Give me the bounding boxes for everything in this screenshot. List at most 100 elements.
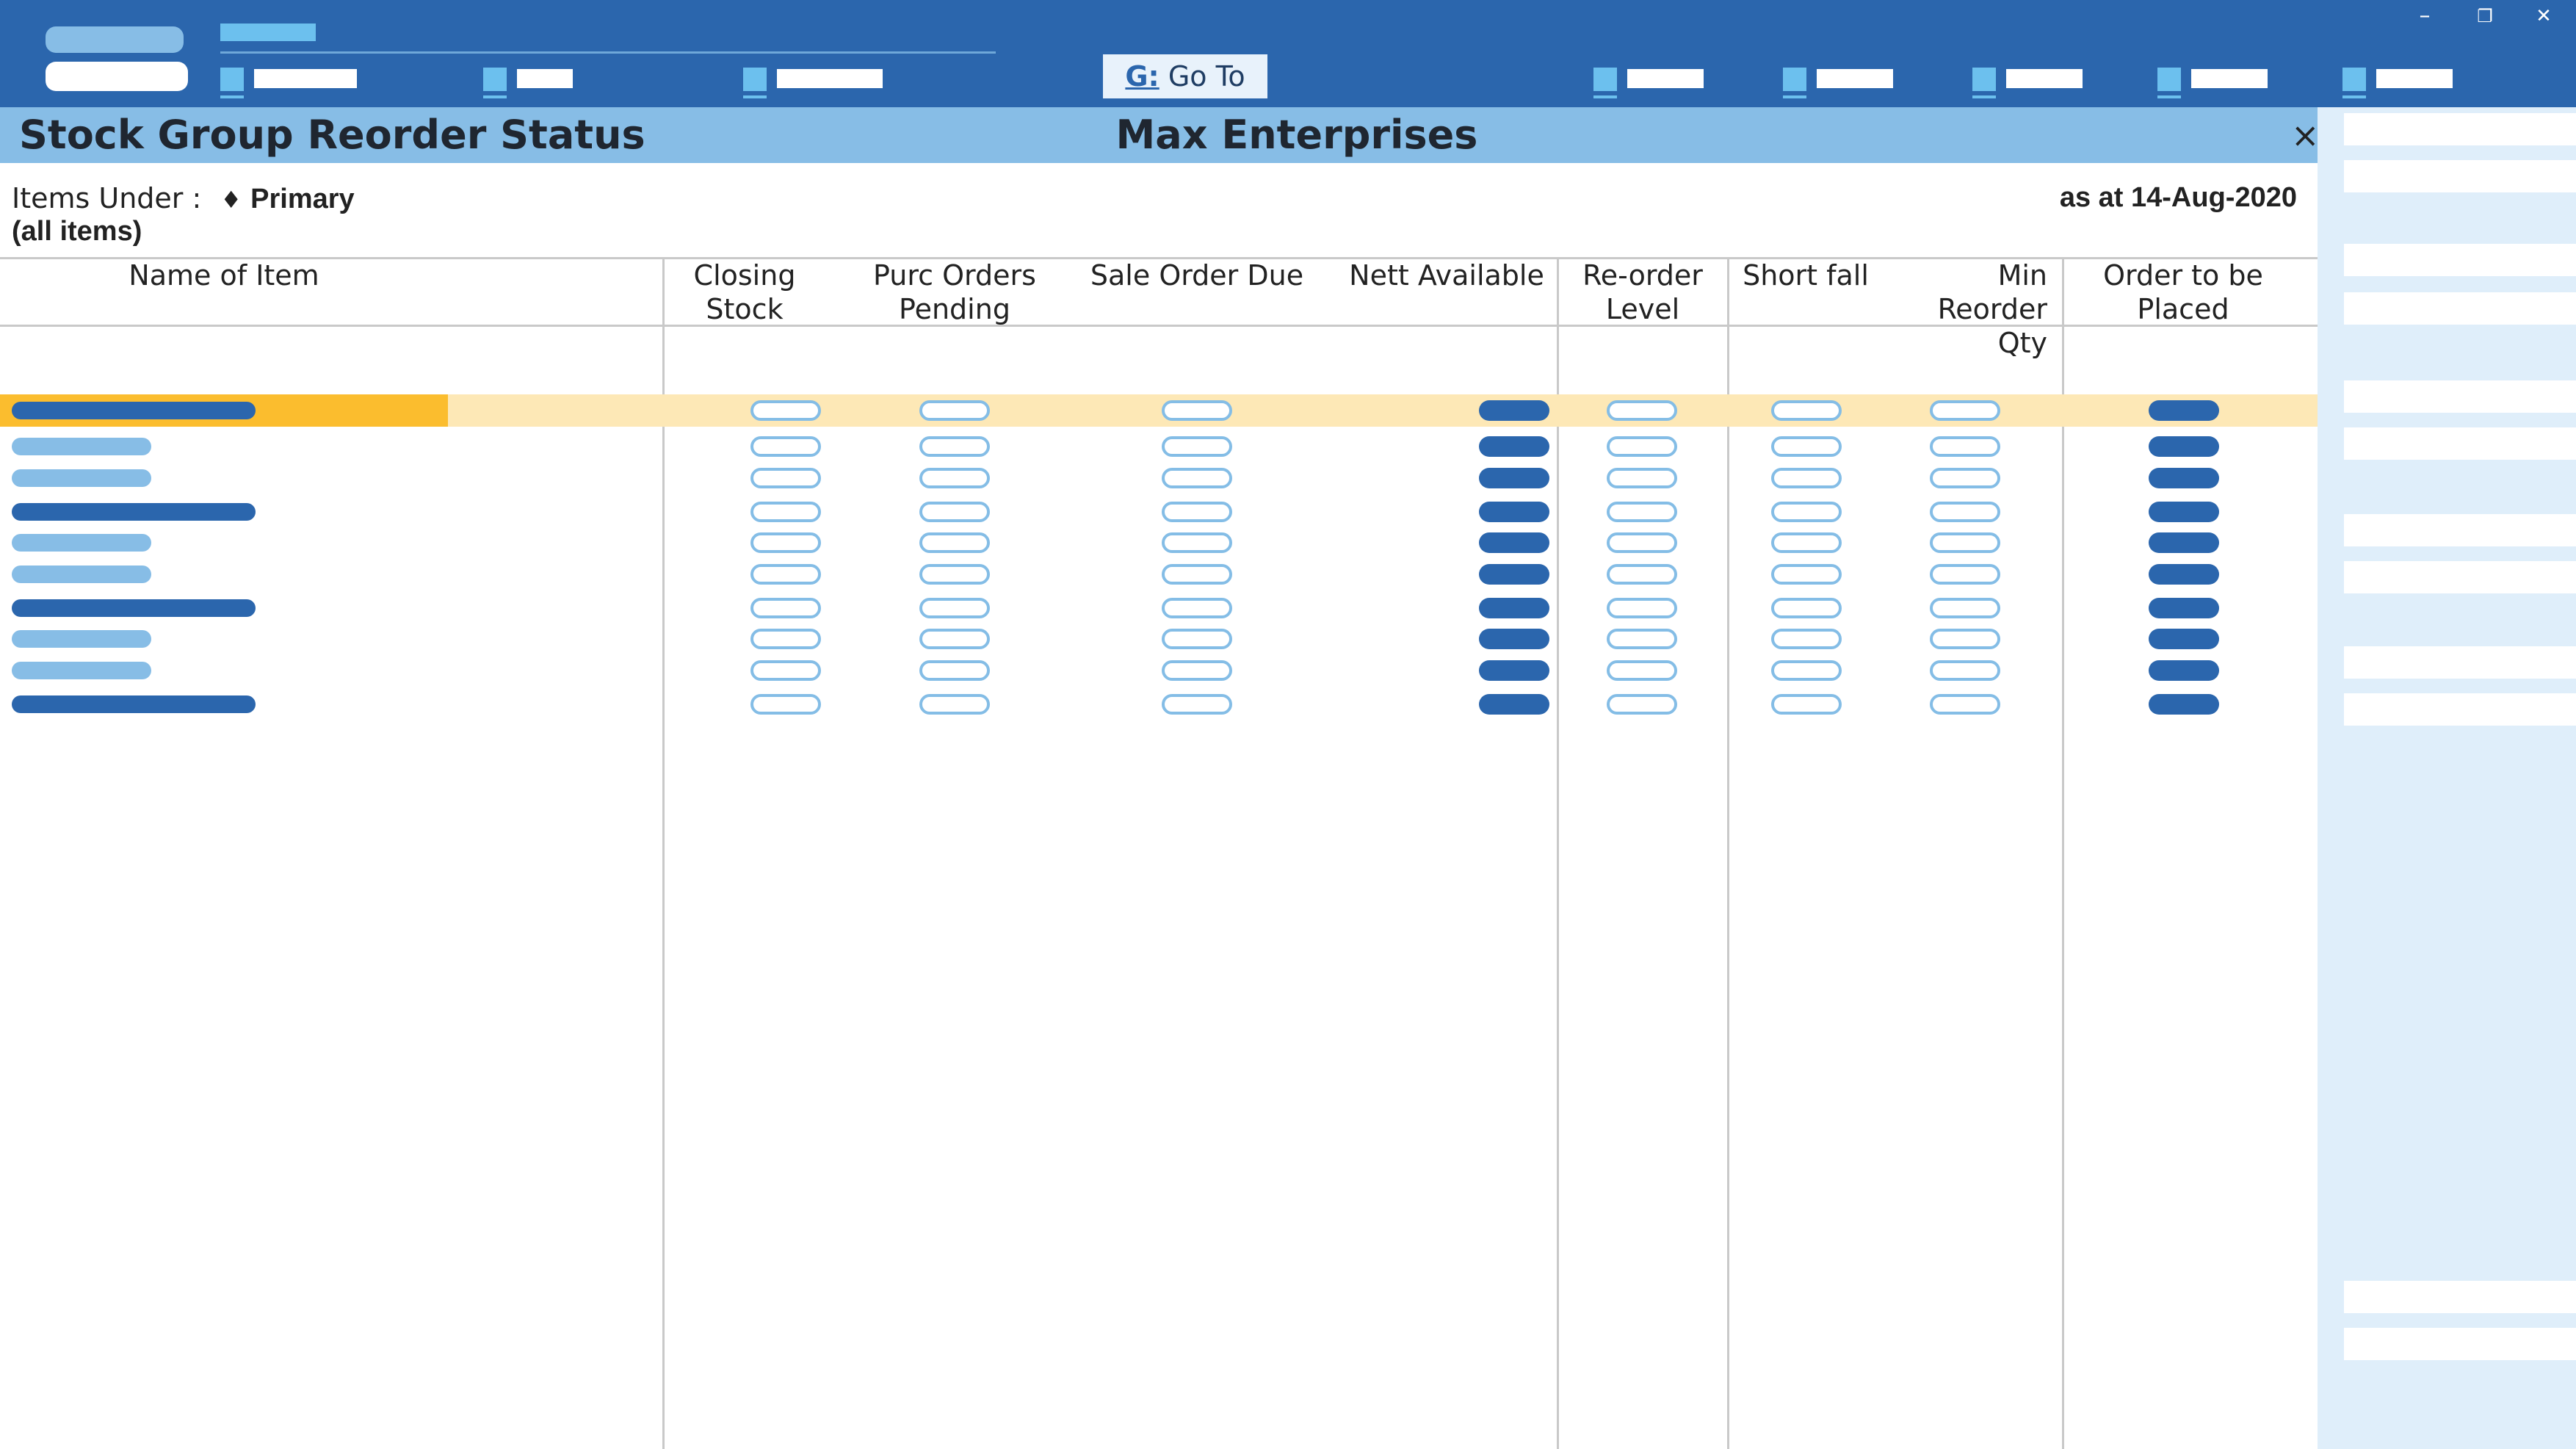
column-header-sale-order-due[interactable]: Sale Order Due [1072, 259, 1322, 292]
cell-value [2149, 502, 2219, 522]
cell-value [1479, 436, 1549, 457]
cell-value [1479, 660, 1549, 681]
side-button-11[interactable] [2344, 1281, 2576, 1313]
cell-value [1607, 694, 1677, 715]
close-report-icon[interactable]: × [2291, 113, 2320, 157]
menu-item-label [2376, 69, 2453, 88]
side-button-1[interactable] [2344, 113, 2576, 145]
side-button-2[interactable] [2344, 160, 2576, 192]
column-header-reorder-level[interactable]: Re-order Level [1558, 259, 1727, 326]
cell-value [2149, 629, 2219, 649]
product-logo [46, 26, 184, 53]
cell-value [1930, 598, 2000, 618]
side-button-3[interactable] [2344, 244, 2576, 276]
cell-value [2149, 400, 2219, 421]
cell-value [750, 629, 821, 649]
side-button-12[interactable] [2344, 1328, 2576, 1360]
menu-item-icon [743, 68, 767, 91]
column-header-min-reorder-qty[interactable]: Min Reorder Qty [1883, 259, 2047, 360]
side-button-7[interactable] [2344, 514, 2576, 546]
item-name [12, 438, 151, 455]
cell-value [1607, 502, 1677, 522]
cell-value [1771, 598, 1842, 618]
cell-value [750, 564, 821, 585]
cell-value [919, 532, 990, 553]
cell-value [1162, 629, 1232, 649]
cell-value [750, 468, 821, 488]
menu-item-icon [2157, 68, 2181, 91]
cell-value [750, 400, 821, 421]
items-under-line: Items Under : ♦ Primary [12, 182, 355, 215]
column-header-nett-available[interactable]: Nett Available [1329, 259, 1564, 292]
cell-value [1162, 694, 1232, 715]
cell-value [919, 502, 990, 522]
side-button-10[interactable] [2344, 693, 2576, 726]
item-name [12, 630, 151, 648]
menu-item-label [2191, 69, 2268, 88]
cell-value [1771, 502, 1842, 522]
cell-value [919, 400, 990, 421]
item-name [12, 534, 151, 552]
cell-value [1930, 629, 2000, 649]
cell-value [919, 598, 990, 618]
menu-item-underline [2157, 95, 2181, 98]
side-button-9[interactable] [2344, 646, 2576, 679]
item-name [12, 695, 256, 713]
cell-value [750, 660, 821, 681]
item-name [12, 662, 151, 679]
goto-button[interactable]: G: Go To [1103, 54, 1267, 98]
cell-value [919, 468, 990, 488]
cell-value [1479, 532, 1549, 553]
cell-value [1771, 629, 1842, 649]
cell-value [1771, 436, 1842, 457]
menu-item-underline [743, 95, 767, 98]
cell-value [2149, 694, 2219, 715]
cell-value [1607, 400, 1677, 421]
column-header-order-to-be-placed[interactable]: Order to be Placed [2063, 259, 2303, 326]
cell-value [1162, 660, 1232, 681]
cell-value [1771, 532, 1842, 553]
cell-value [1607, 468, 1677, 488]
cell-value [1162, 502, 1232, 522]
menu-item-label [1817, 69, 1893, 88]
menu-item-icon [483, 68, 507, 91]
menu-item-underline [2342, 95, 2366, 98]
cell-value [1162, 468, 1232, 488]
column-divider [2062, 257, 2064, 1449]
goto-shortcut-key: G: [1125, 60, 1159, 93]
cell-value [1162, 564, 1232, 585]
column-header-purc-orders-pending[interactable]: Purc Orders Pending [852, 259, 1057, 326]
items-subtitle: (all items) [12, 216, 142, 247]
cell-value [1930, 660, 2000, 681]
side-button-6[interactable] [2344, 427, 2576, 460]
menu-item-icon [220, 68, 244, 91]
menu-item-icon [1783, 68, 1806, 91]
column-header-item-name[interactable]: Name of Item [0, 259, 448, 292]
column-header-short-fall[interactable]: Short fall [1729, 259, 1883, 292]
cell-value [1607, 436, 1677, 457]
side-button-4[interactable] [2344, 292, 2576, 325]
window-close-icon[interactable]: ✕ [2529, 3, 2558, 29]
column-divider [1557, 257, 1559, 1449]
product-edition-button[interactable] [46, 62, 188, 91]
menu-item-underline [483, 95, 507, 98]
cell-value [2149, 598, 2219, 618]
cell-value [919, 694, 990, 715]
menu-item-underline [1972, 95, 1996, 98]
cell-value [1930, 468, 2000, 488]
cell-value [1479, 694, 1549, 715]
as-at-date: as at 14-Aug-2020 [2059, 182, 2297, 213]
minimize-icon[interactable]: – [2410, 3, 2439, 29]
menu-item-label [1627, 69, 1704, 88]
menu-divider [220, 51, 996, 54]
restore-icon[interactable]: ❐ [2470, 3, 2500, 29]
side-button-8[interactable] [2344, 561, 2576, 593]
cell-value [1607, 660, 1677, 681]
cell-value [1930, 400, 2000, 421]
cell-value [1162, 532, 1232, 553]
column-header-closing-stock[interactable]: Closing Stock [664, 259, 825, 326]
cell-value [1479, 468, 1549, 488]
menu-label-top [220, 24, 316, 41]
cell-value [1771, 400, 1842, 421]
side-button-5[interactable] [2344, 380, 2576, 413]
